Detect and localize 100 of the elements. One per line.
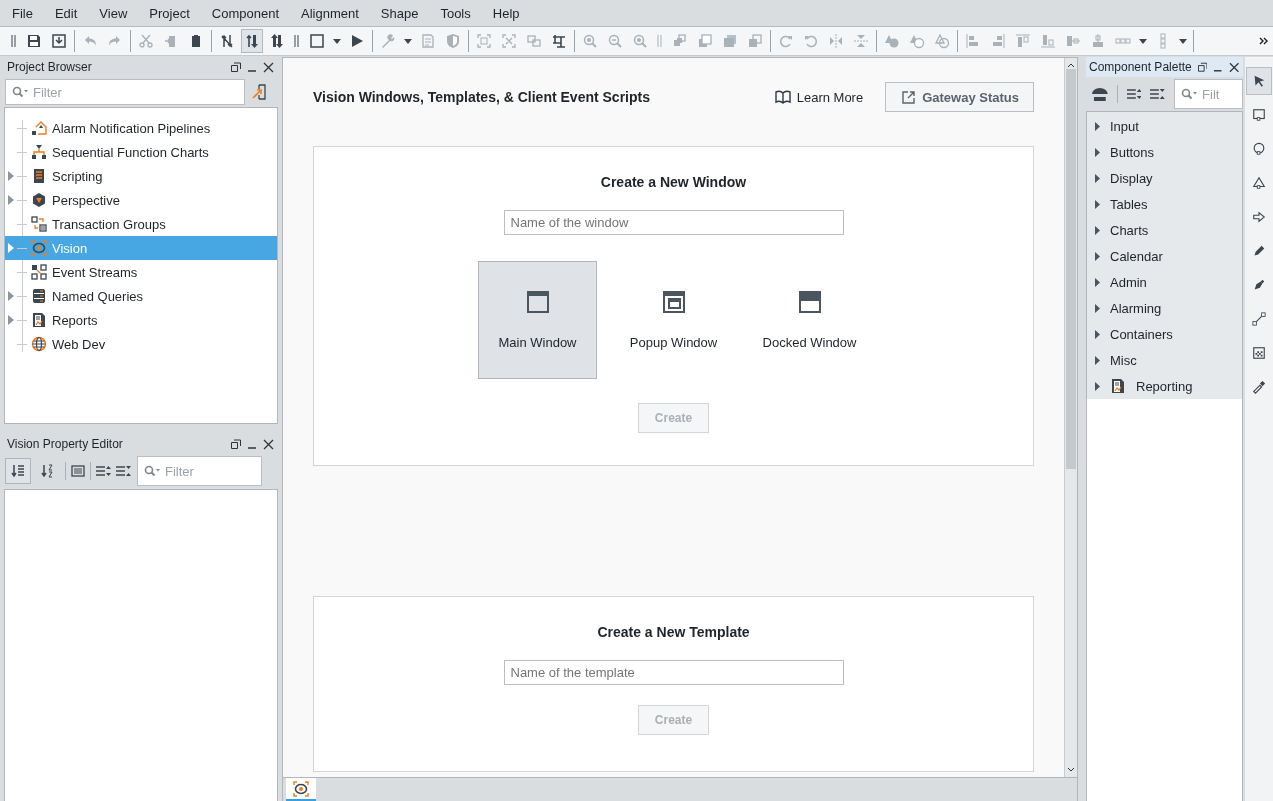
play-icon[interactable] bbox=[349, 33, 365, 49]
expand-arrow-icon[interactable] bbox=[1095, 173, 1100, 183]
eye-icon bbox=[31, 240, 47, 256]
expand-arrow-icon[interactable] bbox=[1095, 381, 1100, 391]
expand-arrow-icon[interactable] bbox=[8, 243, 14, 253]
close-icon[interactable] bbox=[1228, 61, 1239, 73]
palette-category[interactable]: Containers bbox=[1087, 321, 1242, 347]
ellipse-icon bbox=[1252, 142, 1266, 156]
transaction-icon bbox=[31, 216, 47, 232]
tree-item[interactable]: Event Streams bbox=[5, 260, 277, 284]
report-icon bbox=[31, 312, 47, 328]
gateway-status-button[interactable]: Gateway Status bbox=[885, 82, 1034, 112]
tree-item[interactable]: Named Queries bbox=[5, 284, 277, 308]
menu-item[interactable]: Tools bbox=[429, 5, 482, 21]
expand-arrow-icon[interactable] bbox=[8, 195, 14, 205]
menu-item[interactable]: Shape bbox=[369, 5, 430, 21]
tree-item[interactable]: Perspective bbox=[5, 188, 277, 212]
sort-button[interactable] bbox=[5, 458, 31, 484]
script-icon bbox=[31, 168, 47, 184]
palette-category[interactable]: Input bbox=[1087, 113, 1242, 139]
tree-item[interactable]: Reports bbox=[5, 308, 277, 332]
expand-arrow-icon[interactable] bbox=[1095, 121, 1100, 131]
expand-arrow-icon[interactable] bbox=[1095, 199, 1100, 209]
overflow-chevron-icon[interactable] bbox=[1259, 37, 1269, 45]
rectangle-icon bbox=[1252, 108, 1266, 122]
template-name-field[interactable]: Name of the template bbox=[503, 660, 844, 685]
palette-category[interactable]: Alarming bbox=[1087, 295, 1242, 321]
window-layout-icon bbox=[662, 290, 685, 313]
window-type-option[interactable]: Popup Window bbox=[614, 261, 733, 379]
menu-item[interactable]: File bbox=[1, 5, 44, 21]
expand-all-icon[interactable] bbox=[95, 463, 111, 479]
expand-arrow-icon[interactable] bbox=[1095, 329, 1100, 339]
report-icon bbox=[1110, 378, 1126, 394]
locate-arrow-icon[interactable] bbox=[251, 84, 267, 100]
arrows-bold-icon[interactable] bbox=[269, 33, 285, 49]
window-name-field[interactable]: Name of the window bbox=[503, 210, 844, 235]
squares-grid-icon[interactable] bbox=[551, 33, 567, 49]
menu-item[interactable]: Project bbox=[138, 5, 201, 21]
tree-item[interactable]: Alarm Notification Pipelines bbox=[5, 116, 277, 140]
toggle-button[interactable] bbox=[241, 29, 263, 53]
tree-item[interactable]: Scripting bbox=[5, 164, 277, 188]
page-title: Vision Windows, Templates, & Client Event Scripts bbox=[313, 89, 651, 105]
window-layout-icon bbox=[798, 290, 821, 313]
palette-category[interactable]: Tables bbox=[1087, 191, 1242, 217]
expand-arrow-icon[interactable] bbox=[1095, 251, 1100, 261]
editor-tab[interactable] bbox=[286, 778, 316, 801]
alarm-icon bbox=[31, 120, 47, 136]
scroll-down-icon[interactable] bbox=[1067, 766, 1075, 774]
pen-icon bbox=[1252, 278, 1266, 292]
panel-title: Project Browser bbox=[7, 60, 93, 74]
list-icon[interactable] bbox=[70, 463, 86, 479]
expand-all-icon[interactable] bbox=[1125, 86, 1142, 102]
menu-item[interactable]: Component bbox=[200, 5, 290, 21]
expand-arrow-icon[interactable] bbox=[8, 315, 14, 325]
scrollbar[interactable] bbox=[1064, 58, 1077, 777]
palette-category[interactable]: Calendar bbox=[1087, 243, 1242, 269]
expand-arrow-icon[interactable] bbox=[1095, 147, 1100, 157]
collapse-all-icon[interactable] bbox=[1149, 86, 1166, 102]
scroll-up-icon[interactable] bbox=[1067, 61, 1075, 69]
card-title: Create a New Template bbox=[597, 624, 750, 640]
hexagon-icon bbox=[31, 192, 47, 208]
close-icon[interactable] bbox=[263, 61, 274, 73]
tree-item[interactable]: Web Dev bbox=[5, 332, 277, 356]
menu-item[interactable]: Help bbox=[481, 5, 531, 21]
expand-arrow-icon[interactable] bbox=[1095, 277, 1100, 287]
learn-more-link[interactable]: Learn More bbox=[774, 89, 864, 105]
expand-arrow-icon[interactable] bbox=[1095, 355, 1100, 365]
expand-arrow-icon[interactable] bbox=[8, 291, 14, 301]
pointer-tool-button[interactable] bbox=[1246, 67, 1272, 95]
tray-download-icon[interactable] bbox=[51, 33, 67, 49]
palette-category[interactable]: Admin bbox=[1087, 269, 1242, 295]
expand-arrow-icon[interactable] bbox=[1095, 225, 1100, 235]
nodes-icon bbox=[31, 264, 47, 280]
restore-icon[interactable] bbox=[231, 439, 241, 449]
close-icon[interactable] bbox=[263, 438, 274, 450]
menu-item[interactable]: Alignment bbox=[290, 5, 370, 21]
palette-category[interactable]: Misc bbox=[1087, 347, 1242, 373]
menu-item[interactable]: Edit bbox=[43, 5, 89, 21]
window-type-option[interactable]: Main Window bbox=[478, 261, 597, 379]
arrows-crossed-icon[interactable] bbox=[219, 33, 235, 49]
palette-category[interactable]: Reporting bbox=[1087, 373, 1242, 399]
tree-item[interactable]: Transaction Groups bbox=[5, 212, 277, 236]
umbrella-icon[interactable] bbox=[1091, 86, 1109, 102]
palette-category[interactable]: Charts bbox=[1087, 217, 1242, 243]
expand-arrow-icon[interactable] bbox=[8, 171, 14, 181]
expand-arrow-icon[interactable] bbox=[1095, 303, 1100, 313]
panel-title: Component Palette bbox=[1089, 60, 1192, 74]
collapse-all-icon[interactable] bbox=[115, 463, 131, 479]
sort-alpha-icon bbox=[40, 463, 56, 479]
restore-icon[interactable] bbox=[1197, 62, 1208, 72]
external-link-icon bbox=[902, 90, 916, 104]
search-icon bbox=[12, 86, 29, 98]
book-icon bbox=[774, 90, 791, 104]
square-icon[interactable] bbox=[309, 33, 325, 49]
menu-item[interactable]: View bbox=[88, 5, 139, 21]
palette-category[interactable]: Buttons bbox=[1087, 139, 1242, 165]
palette-category[interactable]: Display bbox=[1087, 165, 1242, 191]
window-type-option[interactable]: Docked Window bbox=[750, 261, 869, 379]
restore-icon[interactable] bbox=[231, 62, 241, 72]
tree-item[interactable]: Sequential Function Charts bbox=[5, 140, 277, 164]
